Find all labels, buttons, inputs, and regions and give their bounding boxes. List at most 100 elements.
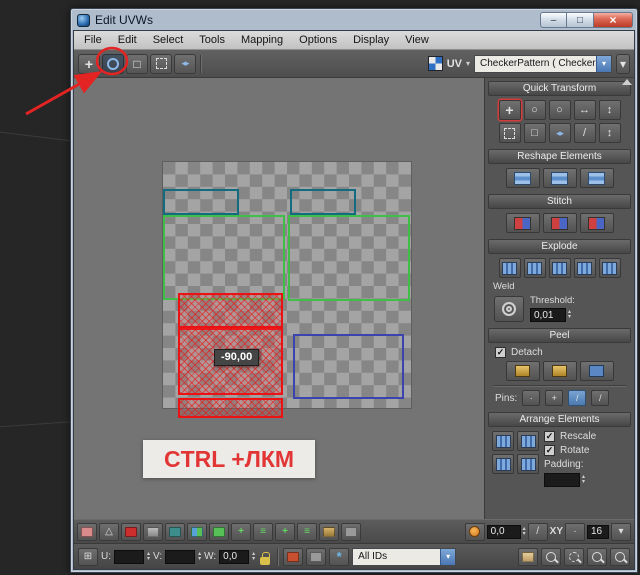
rescale-checkbox[interactable]: ✓: [544, 431, 555, 442]
pin-move-button[interactable]: ·: [522, 390, 541, 406]
minimize-button[interactable]: –: [540, 12, 567, 28]
spacing-dropdown-button[interactable]: ▾: [611, 522, 631, 541]
u-field[interactable]: [114, 549, 144, 564]
rotate-tool-button[interactable]: [102, 53, 124, 74]
space-vertical-button[interactable]: ↕: [598, 123, 621, 143]
ignore-backfacing-button[interactable]: [143, 522, 163, 541]
falloff-spinner[interactable]: ▴ ▾: [523, 526, 526, 537]
uv-element-teal-left[interactable]: [163, 189, 239, 215]
freeform-tool-button[interactable]: [150, 53, 172, 74]
pelt-map-button[interactable]: [579, 361, 614, 381]
straighten-selection-button[interactable]: [505, 168, 540, 188]
uvw-space-dropdown-icon[interactable]: ▾: [466, 59, 470, 68]
material-id-filter-dropdown[interactable]: All IDs ▾: [352, 547, 457, 566]
zoom-tool-button[interactable]: [541, 547, 561, 566]
absolute-typein-toggle[interactable]: ⊞: [78, 547, 98, 566]
select-edge-button[interactable]: [187, 522, 207, 541]
panel-scroll-up-icon[interactable]: [622, 79, 632, 85]
texture-dropdown-arrow[interactable]: ▾: [596, 55, 611, 72]
padding-field[interactable]: [544, 473, 580, 487]
quick-move-button[interactable]: +: [498, 100, 521, 120]
rectangularize-button[interactable]: [579, 168, 614, 188]
rotate-ccw-button[interactable]: ○: [523, 100, 546, 120]
mirror-tool-button[interactable]: ◂▸: [174, 53, 196, 74]
flatten-by-angle-button[interactable]: [548, 258, 571, 278]
axis-options-button[interactable]: ·: [565, 522, 585, 541]
edge-distance-button[interactable]: /: [527, 522, 548, 541]
quick-transform-header[interactable]: Quick Transform: [488, 81, 631, 96]
selected-uv-element-bottom[interactable]: [178, 398, 283, 418]
pixel-snap-button[interactable]: [306, 547, 327, 566]
select-vertex-button[interactable]: [165, 522, 185, 541]
pack-normalize-button[interactable]: [492, 431, 514, 451]
rotate-cw-button[interactable]: ○: [548, 100, 571, 120]
threshold-field[interactable]: 0,01: [530, 308, 566, 322]
select-edge-loop-button[interactable]: ≡: [253, 522, 273, 541]
paint-select-options-button[interactable]: [341, 522, 361, 541]
stitch-to-target-button[interactable]: [579, 213, 614, 233]
uv-element-green-left[interactable]: [163, 215, 285, 300]
pin-remove-button[interactable]: /: [591, 390, 610, 406]
quick-peel-button[interactable]: [505, 361, 540, 381]
break-button[interactable]: [573, 258, 596, 278]
stitch-custom-button[interactable]: [505, 213, 540, 233]
grid-snap-button[interactable]: *: [329, 547, 350, 566]
shrink-selection-button[interactable]: +: [275, 522, 295, 541]
peel-header[interactable]: Peel: [488, 328, 631, 343]
pack-together-button[interactable]: [517, 454, 539, 474]
threshold-spinner[interactable]: ▴ ▾: [568, 309, 571, 320]
flatten-by-group-button[interactable]: [523, 258, 546, 278]
menu-tools[interactable]: Tools: [191, 32, 233, 49]
stitch-to-source-button[interactable]: [542, 213, 577, 233]
menu-edit[interactable]: Edit: [110, 32, 145, 49]
flatten-custom-button[interactable]: [498, 258, 521, 278]
detach-edge-verts-button[interactable]: [598, 258, 621, 278]
freeform-gizmo-button[interactable]: [498, 123, 521, 143]
w-field[interactable]: 0,0: [219, 549, 250, 564]
u-spinner[interactable]: ▴ ▾: [147, 551, 150, 562]
menu-file[interactable]: File: [76, 32, 110, 49]
grow-selection-button[interactable]: +: [231, 522, 251, 541]
padding-spinner[interactable]: ▴ ▾: [582, 474, 585, 485]
pack-custom-button[interactable]: [517, 431, 539, 451]
align-to-edge-button[interactable]: /: [573, 123, 596, 143]
texture-dropdown[interactable]: CheckerPattern ( Checker ) ▾: [474, 54, 612, 73]
paint-soft-selection-button[interactable]: [121, 522, 141, 541]
zoom-region-button[interactable]: [564, 547, 584, 566]
target-weld-button[interactable]: [494, 295, 524, 322]
v-field[interactable]: [165, 549, 196, 564]
scale-element-button[interactable]: □: [523, 123, 546, 143]
uv-canvas[interactable]: -90,00 CTRL +ЛКМ: [74, 78, 484, 519]
pin-tool-button[interactable]: /: [568, 390, 587, 406]
falloff-shape-button[interactable]: △: [99, 522, 119, 541]
paint-select-button[interactable]: [319, 522, 339, 541]
close-button[interactable]: ×: [594, 12, 633, 28]
relax-tool-button[interactable]: [542, 168, 577, 188]
select-edge-ring-button[interactable]: ≡: [297, 522, 317, 541]
menu-mapping[interactable]: Mapping: [233, 32, 291, 49]
uv-element-blue[interactable]: [293, 334, 404, 399]
pack-full-button[interactable]: [492, 454, 514, 474]
align-horizontal-button[interactable]: ↔: [573, 100, 596, 120]
falloff-value-field[interactable]: 0,0: [486, 524, 521, 539]
arrange-elements-header[interactable]: Arrange Elements: [488, 412, 631, 427]
peel-mode-button[interactable]: [542, 361, 577, 381]
soft-selection-falloff-button[interactable]: [464, 522, 485, 541]
align-vertical-button[interactable]: ↕: [598, 100, 621, 120]
uv-element-green-right[interactable]: [288, 215, 410, 301]
show-map-toggle[interactable]: [427, 56, 443, 71]
w-spinner[interactable]: ▴ ▾: [252, 551, 255, 562]
soft-selection-button[interactable]: [77, 522, 97, 541]
select-face-button[interactable]: [209, 522, 229, 541]
uv-element-teal-right[interactable]: [290, 189, 356, 215]
detach-checkbox[interactable]: ✓: [495, 347, 506, 358]
zoom-to-selection-button[interactable]: [610, 547, 630, 566]
menu-display[interactable]: Display: [345, 32, 397, 49]
snap-toggle-button[interactable]: [283, 547, 304, 566]
move-tool-button[interactable]: +: [78, 53, 100, 74]
maximize-button[interactable]: □: [567, 12, 594, 28]
pin-add-button[interactable]: +: [545, 390, 564, 406]
v-spinner[interactable]: ▴ ▾: [198, 551, 201, 562]
scale-tool-button[interactable]: □: [126, 53, 148, 74]
menu-options[interactable]: Options: [291, 32, 345, 49]
